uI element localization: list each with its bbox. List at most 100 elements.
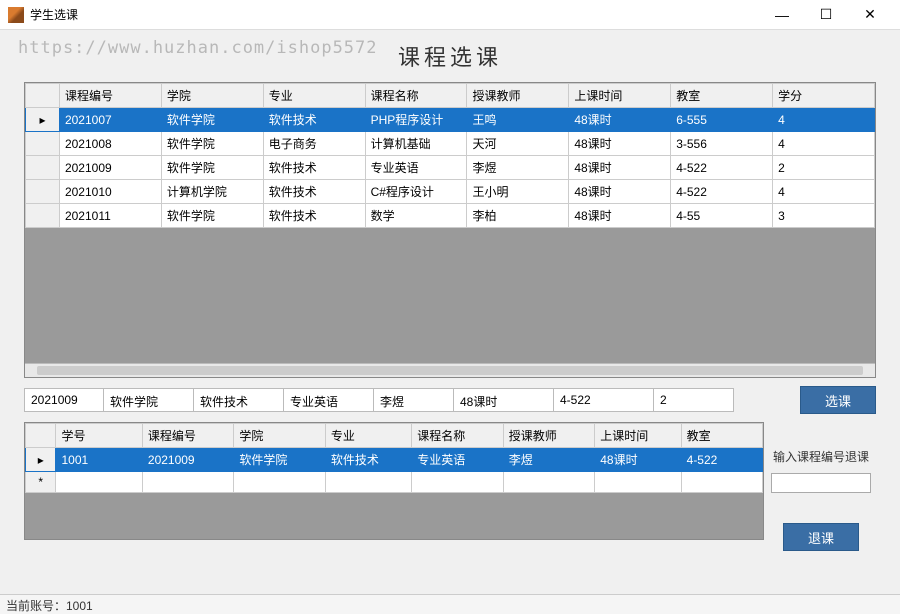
cell[interactable]: 3-556 [671,132,773,156]
column-header[interactable]: 上课时间 [595,424,681,448]
cell[interactable]: 4-55 [671,204,773,228]
cell[interactable]: 4-522 [681,448,762,472]
cell[interactable]: 软件技术 [263,108,365,132]
cell[interactable]: 4 [773,132,875,156]
cell[interactable]: PHP程序设计 [365,108,467,132]
cell[interactable]: 李煜 [467,156,569,180]
cell[interactable]: 2021010 [59,180,161,204]
enrolled-grid[interactable]: 学号课程编号学院专业课程名称授课教师上课时间教室 ▸10012021009软件学… [24,422,764,540]
column-header[interactable]: 课程名称 [365,84,467,108]
cell[interactable]: 1001 [56,448,142,472]
cell[interactable]: 李柏 [467,204,569,228]
drop-course-input[interactable] [771,473,871,493]
column-header[interactable]: 学分 [773,84,875,108]
cell[interactable]: 4 [773,108,875,132]
cell[interactable]: 专业英语 [412,448,503,472]
cell[interactable]: 软件技术 [263,204,365,228]
column-header[interactable]: 授课教师 [503,424,594,448]
cell[interactable]: 2021008 [59,132,161,156]
column-header[interactable]: 专业 [325,424,411,448]
cell[interactable]: 软件学院 [161,204,263,228]
cell[interactable]: 2021007 [59,108,161,132]
cell[interactable]: 4-522 [671,156,773,180]
table-row[interactable]: * [26,472,763,493]
cell[interactable]: 王小明 [467,180,569,204]
maximize-button[interactable]: ☐ [804,1,848,29]
column-header[interactable]: 授课教师 [467,84,569,108]
cell[interactable]: 48课时 [569,156,671,180]
cell[interactable] [595,472,681,493]
cell[interactable] [234,472,325,493]
cell[interactable]: 48课时 [569,180,671,204]
cell[interactable] [142,472,233,493]
cell[interactable]: 48课时 [569,204,671,228]
cell[interactable]: 48课时 [569,132,671,156]
selected-course-field: 软件学院 [104,388,194,412]
cell[interactable]: 计算机基础 [365,132,467,156]
window-controls: ― ☐ ✕ [760,1,892,29]
cell[interactable]: 天河 [467,132,569,156]
close-button[interactable]: ✕ [848,1,892,29]
column-header[interactable]: 专业 [263,84,365,108]
cell[interactable]: 软件学院 [161,132,263,156]
cell[interactable]: 王鸣 [467,108,569,132]
column-header[interactable]: 学号 [56,424,142,448]
column-header[interactable]: 学院 [234,424,325,448]
selected-course-field: 专业英语 [284,388,374,412]
cell[interactable]: 软件技术 [263,156,365,180]
row-indicator-icon [26,132,60,156]
cell[interactable]: 4 [773,180,875,204]
cell[interactable] [681,472,762,493]
row-indicator-icon [26,156,60,180]
minimize-button[interactable]: ― [760,1,804,29]
select-course-button[interactable]: 选课 [800,386,876,414]
courses-grid[interactable]: 课程编号学院专业课程名称授课教师上课时间教室学分 ▸2021007软件学院软件技… [24,82,876,378]
table-row[interactable]: ▸2021007软件学院软件技术PHP程序设计王鸣48课时6-5554 [26,108,875,132]
selected-course-field: 4-522 [554,388,654,412]
cell[interactable] [412,472,503,493]
cell[interactable]: 6-555 [671,108,773,132]
cell[interactable]: 软件学院 [161,156,263,180]
table-row[interactable]: 2021010计算机学院软件技术C#程序设计王小明48课时4-5224 [26,180,875,204]
cell[interactable]: 专业英语 [365,156,467,180]
column-header[interactable]: 教室 [671,84,773,108]
column-header[interactable]: 教室 [681,424,762,448]
cell[interactable]: 4-522 [671,180,773,204]
cell[interactable]: 2021009 [59,156,161,180]
column-header[interactable]: 课程编号 [59,84,161,108]
cell[interactable]: 3 [773,204,875,228]
drop-course-panel: 输入课程编号退课 退课 [766,442,876,551]
column-header[interactable]: 课程名称 [412,424,503,448]
cell[interactable]: 李煜 [503,448,594,472]
cell[interactable]: 48课时 [569,108,671,132]
cell[interactable]: C#程序设计 [365,180,467,204]
cell[interactable]: 48课时 [595,448,681,472]
cell[interactable]: 2 [773,156,875,180]
cell[interactable]: 软件学院 [234,448,325,472]
selection-row: 2021009软件学院软件技术专业英语李煜48课时4-5222 选课 [24,386,876,414]
table-row[interactable]: 2021011软件学院软件技术数学李柏48课时4-553 [26,204,875,228]
column-header[interactable]: 上课时间 [569,84,671,108]
cell[interactable]: 计算机学院 [161,180,263,204]
table-row[interactable]: 2021009软件学院软件技术专业英语李煜48课时4-5222 [26,156,875,180]
column-header[interactable]: 学院 [161,84,263,108]
selected-course-field: 2021009 [24,388,104,412]
table-row[interactable]: ▸10012021009软件学院软件技术专业英语李煜48课时4-522 [26,448,763,472]
horizontal-scrollbar[interactable] [25,363,875,377]
cell[interactable]: 数学 [365,204,467,228]
cell[interactable]: 软件技术 [263,180,365,204]
table-row[interactable]: 2021008软件学院电子商务计算机基础天河48课时3-5564 [26,132,875,156]
drop-course-button[interactable]: 退课 [783,523,859,551]
cell[interactable]: 软件技术 [325,448,411,472]
selected-course-field: 48课时 [454,388,554,412]
cell[interactable] [325,472,411,493]
column-header[interactable]: 课程编号 [142,424,233,448]
cell[interactable]: 电子商务 [263,132,365,156]
cell[interactable]: 2021011 [59,204,161,228]
cell[interactable] [503,472,594,493]
cell[interactable]: 软件学院 [161,108,263,132]
cell[interactable]: 2021009 [142,448,233,472]
cell[interactable] [56,472,142,493]
new-row-indicator-icon: * [26,472,56,493]
row-header-blank [26,424,56,448]
